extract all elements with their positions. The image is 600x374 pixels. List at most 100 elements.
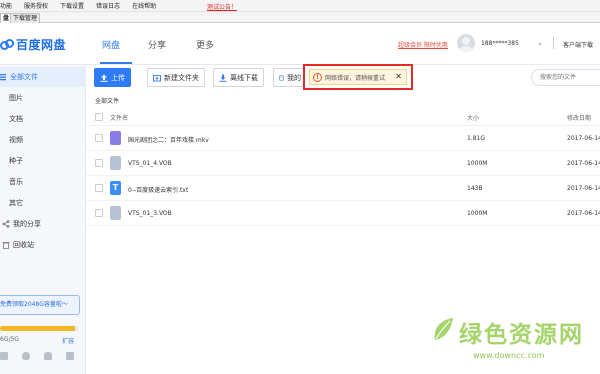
- app-header: 百度网盘 网盘 分享 更多 超级会员 限时优惠 188*****385 ⌄ 客户…: [0, 23, 600, 65]
- quota-text: 6G/5G: [0, 336, 19, 343]
- promo-link[interactable]: 超级会员 限时优惠: [398, 40, 448, 49]
- sidebar-item-label: 音乐: [9, 178, 23, 186]
- menu-item-service-auth[interactable]: 服务授权: [24, 1, 48, 10]
- upload-label: 上传: [111, 73, 125, 82]
- warning-icon: !: [313, 72, 322, 82]
- avatar[interactable]: [457, 34, 475, 52]
- upload-icon: [100, 74, 108, 82]
- tab-download-manager[interactable]: 下载管理: [10, 13, 41, 23]
- table-row[interactable]: VTS_01_3.VOB 1000M 2017-06-14: [86, 201, 600, 226]
- sidebar-item-label: 回收站: [13, 241, 34, 249]
- sidebar-item-music[interactable]: 音乐: [0, 172, 86, 192]
- sidebar-item-images[interactable]: 图片: [0, 88, 86, 108]
- file-size: 1.81G: [467, 135, 486, 142]
- sidebar-item-my-shares[interactable]: 我的分享: [0, 214, 86, 234]
- file-size: 143B: [467, 185, 483, 192]
- select-all-checkbox[interactable]: [95, 113, 103, 121]
- error-toast: ! 网络错误，请稍候重试 ✕: [303, 64, 413, 90]
- sidebar-item-label: 我的分享: [13, 220, 41, 228]
- sidebar-item-label: 全部文件: [10, 73, 38, 81]
- sidebar-item-label: 文档: [9, 115, 23, 123]
- cloud-logo-icon: [0, 38, 14, 52]
- file-date: 2017-06-14: [567, 210, 600, 217]
- quota-progress-fill: [0, 326, 75, 331]
- menu-item-online-help[interactable]: 在线帮助: [132, 1, 156, 10]
- menu-item-functions[interactable]: 功能: [0, 1, 12, 10]
- app-menubar: 功能 服务授权 下载设置 错误日志 在线帮助 测试公告！: [0, 0, 600, 12]
- sidebar: 全部文件 图片 文档 视频 种子 音乐 其它 我的分享 回收站 免费领取2048…: [0, 65, 86, 374]
- quota-promo-banner[interactable]: 免费领取2048G容量啦～: [0, 295, 80, 315]
- client-download-link[interactable]: 客户端下载: [563, 40, 593, 49]
- menu-item-download-settings[interactable]: 下载设置: [60, 1, 84, 10]
- my-devices-button[interactable]: 我的: [273, 68, 307, 87]
- file-name[interactable]: VTS_01_4.VOB: [128, 160, 172, 167]
- share-icon: [2, 220, 10, 228]
- new-folder-button[interactable]: 新建文件夹: [147, 68, 205, 87]
- sidebar-item-label: 图片: [9, 94, 23, 102]
- sidebar-item-recycle-bin[interactable]: 回收站: [0, 235, 86, 255]
- quota-expand-link[interactable]: 扩容: [62, 336, 74, 345]
- trash-icon: [2, 242, 10, 249]
- tab-row: 盘 下载管理: [0, 12, 600, 23]
- watermark-leaf-icon: [434, 318, 453, 340]
- close-icon[interactable]: ✕: [395, 72, 402, 81]
- active-nav-indicator: [100, 62, 132, 64]
- logo-text: 百度网盘: [16, 38, 67, 52]
- device-icon: [279, 75, 284, 80]
- upload-button[interactable]: 上传: [94, 68, 131, 87]
- sidebar-item-torrents[interactable]: 种子: [0, 151, 86, 171]
- column-header-date[interactable]: 修改日期: [567, 113, 591, 122]
- file-name[interactable]: VTS_01_3.VOB: [128, 210, 172, 217]
- row-checkbox[interactable]: [95, 159, 103, 167]
- mobile-icon[interactable]: [66, 352, 74, 360]
- nav-netdisk[interactable]: 网盘: [102, 38, 120, 51]
- sidebar-item-other[interactable]: 其它: [0, 193, 86, 213]
- notice-link[interactable]: 测试公告！: [207, 2, 237, 11]
- file-name[interactable]: 0--百度极速云索引.txt: [128, 185, 188, 194]
- sidebar-item-videos[interactable]: 视频: [0, 130, 86, 150]
- nav-share[interactable]: 分享: [148, 38, 166, 51]
- file-size: 1000M: [467, 210, 488, 217]
- new-folder-label: 新建文件夹: [164, 73, 199, 82]
- sidebar-item-label: 视频: [9, 136, 23, 144]
- error-message: 网络错误，请稍候重试: [325, 74, 386, 82]
- table-row[interactable]: 国光剧团之二：百年戏楼.mkv 1.81G 2017-06-14: [86, 126, 600, 151]
- android-icon[interactable]: [44, 352, 52, 360]
- column-header-size[interactable]: 大小: [467, 113, 479, 122]
- offline-download-button[interactable]: 离线下载: [213, 68, 264, 87]
- logo[interactable]: 百度网盘: [0, 36, 66, 53]
- row-checkbox[interactable]: [95, 184, 103, 192]
- file-size: 1000M: [467, 160, 488, 167]
- menu-item-error-log[interactable]: 错误日志: [96, 1, 120, 10]
- windows-icon[interactable]: [0, 352, 8, 360]
- file-list-header: 文件名 大小 修改日期: [86, 108, 600, 126]
- quota-progress-bar: [0, 326, 78, 331]
- search-input[interactable]: [531, 69, 600, 86]
- file-date: 2017-06-14: [567, 185, 600, 192]
- nav-more[interactable]: 更多: [196, 38, 214, 51]
- platform-icons: [0, 350, 80, 364]
- table-row[interactable]: T 0--百度极速云索引.txt 143B 2017-06-14: [86, 176, 600, 201]
- video-file-icon: [110, 131, 121, 145]
- sidebar-item-label: 种子: [9, 157, 23, 165]
- file-name[interactable]: 国光剧团之二：百年戏楼.mkv: [128, 135, 209, 144]
- header-divider: [553, 37, 554, 49]
- apple-icon[interactable]: [22, 352, 30, 360]
- row-checkbox[interactable]: [95, 134, 103, 142]
- account-name[interactable]: 188*****385: [481, 40, 519, 47]
- watermark-url: www.downcc.com: [473, 351, 545, 360]
- download-icon: [219, 74, 227, 82]
- file-icon: [110, 206, 121, 220]
- error-toast-body: ! 网络错误，请稍候重试 ✕: [309, 69, 407, 85]
- breadcrumb[interactable]: 全部文件: [95, 96, 119, 105]
- sidebar-item-documents[interactable]: 文档: [0, 109, 86, 129]
- chevron-down-icon[interactable]: ⌄: [537, 39, 543, 47]
- sidebar-item-all-files[interactable]: 全部文件: [0, 67, 86, 87]
- offline-download-label: 离线下载: [230, 73, 258, 82]
- file-date: 2017-06-14: [567, 135, 600, 142]
- table-row[interactable]: VTS_01_4.VOB 1000M 2017-06-14: [86, 151, 600, 176]
- row-checkbox[interactable]: [95, 209, 103, 217]
- list-icon: [0, 74, 6, 81]
- sidebar-item-label: 其它: [9, 199, 23, 207]
- column-header-name[interactable]: 文件名: [110, 113, 128, 122]
